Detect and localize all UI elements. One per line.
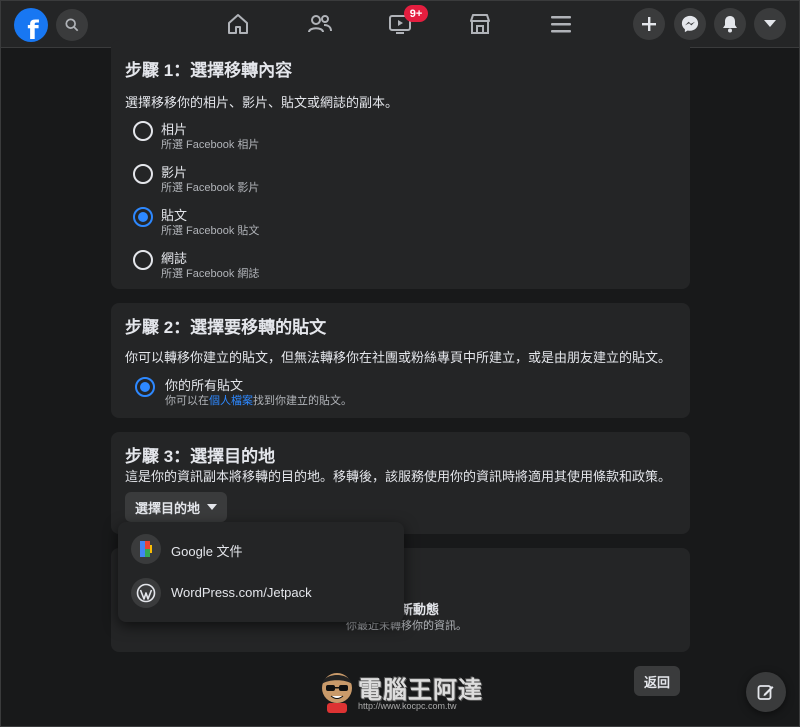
option-notes[interactable]: 網誌 所選 Facebook 網誌 — [133, 248, 433, 284]
home-icon — [228, 14, 248, 34]
logo-letter: f — [27, 16, 39, 42]
option-sub: 你可以在個人檔案找到你建立的貼文。 — [165, 392, 352, 408]
dropdown-item-wordpress[interactable]: WordPress.com/Jetpack — [118, 572, 404, 616]
option-sub: 所選 Facebook 影片 — [161, 182, 260, 194]
watermark: 電腦王阿達 http://www.kocpc.com.tw — [318, 666, 488, 718]
caret-down-icon — [207, 504, 217, 510]
bell-icon — [723, 16, 737, 33]
dropdown-item-label: Google 文件 — [171, 544, 243, 559]
option-sub: 所選 Facebook 相片 — [161, 139, 260, 151]
notification-badge: 9+ — [404, 5, 428, 22]
dropdown-item-google-docs[interactable]: Google 文件 — [118, 528, 404, 572]
messenger-icon — [681, 15, 699, 33]
nav-menu[interactable] — [547, 10, 575, 38]
step3-card: 步驟 3：選擇目的地 這是你的資訊副本將移轉的目的地。移轉後，該服務使用你的資訊… — [111, 432, 690, 534]
facebook-logo[interactable]: f — [14, 8, 48, 42]
sub-suffix: 找到你建立的貼文。 — [253, 395, 352, 407]
wordpress-icon — [131, 578, 161, 608]
profile-link[interactable]: 個人檔案 — [209, 395, 253, 407]
option-all-posts[interactable]: 你的所有貼文 你可以在個人檔案找到你建立的貼文。 — [135, 375, 535, 411]
edit-icon — [757, 685, 774, 700]
plus-icon — [642, 17, 656, 31]
radio-posts[interactable] — [133, 207, 153, 227]
create-button[interactable] — [633, 8, 665, 40]
mascot-icon — [322, 673, 352, 713]
step2-title: 步驟 2：選擇要移轉的貼文 — [125, 318, 327, 337]
step3-description: 這是你的資訊副本將移轉的目的地。移轉後，該服務使用你的資訊時將適用其使用條款和政… — [125, 469, 672, 484]
account-button[interactable] — [754, 8, 786, 40]
watermark-text: 電腦王阿達 — [358, 677, 483, 704]
radio-all-posts[interactable] — [135, 377, 155, 397]
search-button[interactable] — [56, 9, 88, 41]
nav-marketplace[interactable] — [466, 10, 494, 38]
step1-title: 步驟 1：選擇移轉內容 — [125, 61, 293, 80]
option-videos[interactable]: 影片 所選 Facebook 影片 — [133, 162, 433, 198]
option-sub: 所選 Facebook 貼文 — [161, 225, 260, 237]
option-sub: 所選 Facebook 網誌 — [161, 268, 260, 280]
select-label: 選擇目的地 — [135, 500, 201, 516]
step1-description: 選擇移移你的相片、影片、貼文或網誌的副本。 — [125, 95, 399, 110]
marketplace-icon — [470, 14, 490, 34]
back-button[interactable]: 返回 — [634, 666, 680, 696]
radio-photos[interactable] — [133, 121, 153, 141]
nav-home[interactable] — [224, 10, 252, 38]
step2-card: 步驟 2：選擇要移轉的貼文 你可以轉移你建立的貼文，但無法轉移你在社團或粉絲專頁… — [111, 303, 690, 418]
nav-friends[interactable] — [306, 10, 334, 38]
radio-notes[interactable] — [133, 250, 153, 270]
sub-prefix: 你可以在 — [165, 395, 209, 407]
search-icon — [65, 18, 79, 32]
hamburger-menu-icon — [551, 16, 571, 33]
destination-dropdown: Google 文件 WordPress.com/Jetpack — [118, 522, 404, 622]
dropdown-item-label: WordPress.com/Jetpack — [171, 585, 312, 600]
watermark-url: http://www.kocpc.com.tw — [358, 701, 457, 711]
messenger-button[interactable] — [674, 8, 706, 40]
google-docs-icon — [131, 534, 161, 564]
radio-videos[interactable] — [133, 164, 153, 184]
step1-card: 步驟 1：選擇移轉內容 選擇移移你的相片、影片、貼文或網誌的副本。 相片 所選 … — [111, 40, 690, 289]
option-posts[interactable]: 貼文 所選 Facebook 貼文 — [133, 205, 433, 241]
step3-title: 步驟 3：選擇目的地 — [125, 447, 276, 466]
friends-icon — [308, 15, 332, 33]
option-photos[interactable]: 相片 所選 Facebook 相片 — [133, 119, 433, 155]
step2-description: 你可以轉移你建立的貼文，但無法轉移你在社團或粉絲專頁中所建立，或是由朋友建立的貼… — [125, 350, 672, 365]
notifications-button[interactable] — [714, 8, 746, 40]
compose-message-button[interactable] — [746, 672, 786, 712]
destination-select[interactable]: 選擇目的地 — [125, 492, 227, 522]
chevron-down-icon — [764, 20, 776, 27]
step4-title-fragment: 新動態 — [400, 602, 440, 617]
